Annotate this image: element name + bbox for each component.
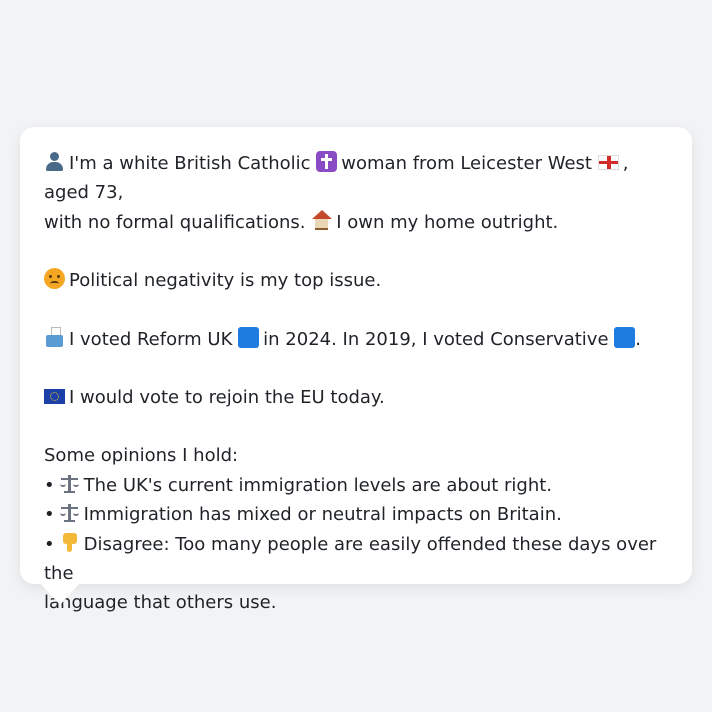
opinion-item-continued: language that others use. bbox=[44, 592, 277, 614]
angry-face-icon bbox=[44, 268, 65, 290]
ballot-box-icon bbox=[44, 326, 65, 348]
opinion-text: Immigration has mixed or neutral impacts… bbox=[83, 504, 562, 526]
opinion-text: The UK's current immigration levels are … bbox=[83, 474, 553, 496]
opinion-item: • The UK's current immigration levels are… bbox=[44, 471, 668, 500]
issue-paragraph: Political negativity is my top issue. bbox=[44, 266, 668, 295]
opinion-item: • Disagree: Too many people are easily of… bbox=[44, 530, 668, 589]
vote-text-c: . bbox=[635, 328, 641, 350]
intro-line-2: with no formal qualifications. I own my … bbox=[44, 208, 668, 237]
opinions-heading: Some opinions I hold: bbox=[44, 445, 239, 467]
eu-text: I would vote to rejoin the EU today. bbox=[69, 387, 385, 409]
bullet-icon: • bbox=[44, 533, 55, 555]
latin-cross-icon bbox=[316, 151, 338, 172]
balance-scale-icon bbox=[59, 473, 80, 494]
bullet-icon: • bbox=[44, 474, 55, 496]
chat-message-bubble: I'm a white British Catholic woman from … bbox=[20, 127, 692, 613]
intro-paragraph: I'm a white British Catholic woman from … bbox=[44, 149, 668, 237]
eu-paragraph: I would vote to rejoin the EU today. bbox=[44, 383, 668, 412]
bullet-icon: • bbox=[44, 504, 55, 526]
balance-scale-icon bbox=[59, 502, 80, 523]
intro-text-2a: with no formal qualifications. bbox=[44, 211, 306, 233]
england-flag-icon bbox=[597, 155, 619, 170]
house-icon bbox=[311, 209, 333, 231]
bubble-tail bbox=[40, 583, 80, 605]
thumbs-down-icon bbox=[59, 532, 80, 553]
vote-text-b: in 2024. In 2019, I voted Conservative bbox=[263, 328, 609, 350]
opinion-item: • Immigration has mixed or neutral impact… bbox=[44, 500, 668, 529]
vote-paragraph: I voted Reform UK in 2024. In 2019, I vo… bbox=[44, 325, 668, 354]
intro-text-1b: woman from Leicester West bbox=[341, 153, 592, 174]
eu-flag-icon bbox=[44, 389, 65, 405]
intro-text-1a: I'm a white British Catholic bbox=[69, 153, 311, 174]
vote-text-a: I voted Reform UK bbox=[69, 328, 233, 350]
issue-text: Political negativity is my top issue. bbox=[69, 270, 382, 292]
intro-line-1: I'm a white British Catholic woman from … bbox=[44, 149, 668, 208]
blue-square-icon bbox=[614, 326, 636, 348]
intro-text-2b: I own my home outright. bbox=[336, 211, 559, 233]
opinion-text-line1: Disagree: Too many people are easily off… bbox=[44, 533, 657, 585]
bust-in-silhouette-icon bbox=[44, 151, 65, 172]
blue-square-icon bbox=[238, 326, 260, 348]
opinions-section: Some opinions I hold: • The UK's current … bbox=[44, 441, 668, 617]
